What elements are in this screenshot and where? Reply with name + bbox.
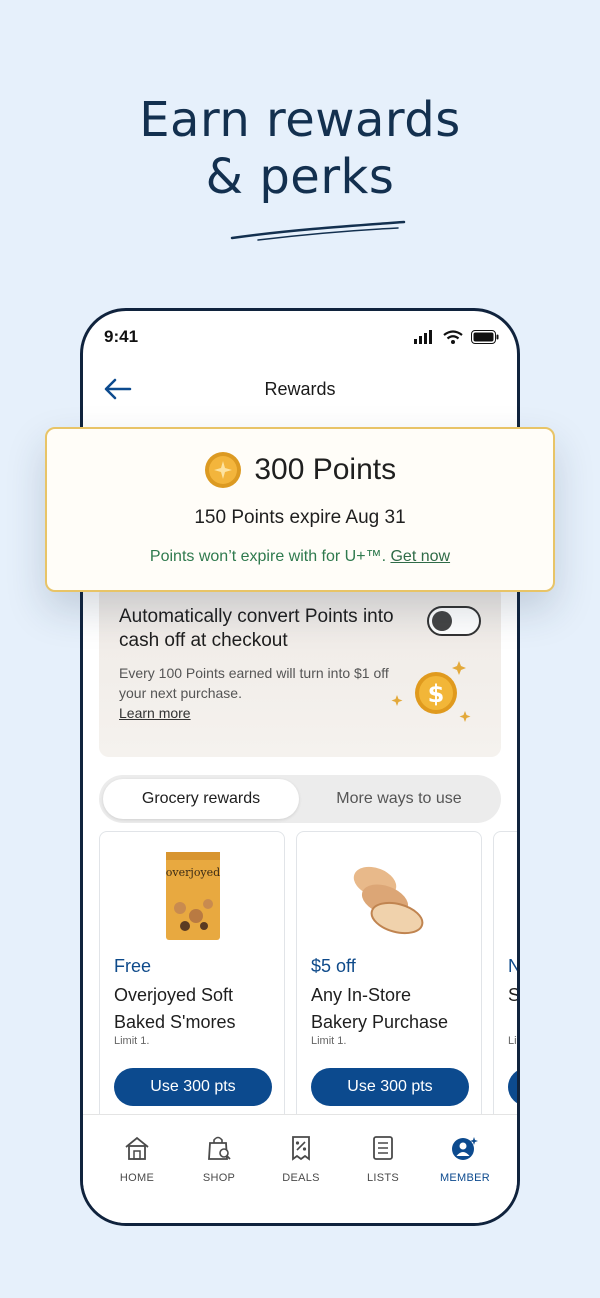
use-points-button[interactable] (508, 1068, 517, 1106)
reward-name: S m (508, 982, 517, 1009)
status-bar: 9:41 (104, 325, 499, 349)
reward-limit: Limit 1. (114, 1035, 150, 1047)
headline-line-2: & perks (205, 149, 395, 205)
nav-deals[interactable]: DEALS (260, 1135, 342, 1184)
member-icon (452, 1137, 478, 1160)
nav-lists[interactable]: LISTS (342, 1135, 424, 1184)
reward-name: Any In-Store Bakery Purchase (311, 985, 449, 1032)
auto-convert-card: Automatically convert Points into cash o… (99, 585, 501, 757)
nav-home-label: HOME (119, 1172, 155, 1184)
expiry-date: expire Aug 31 (289, 507, 406, 528)
expiring-points: 150 Points (194, 507, 285, 528)
points-coin-icon (204, 452, 241, 488)
membership-promo: Points won’t expire with for U+™. Get no… (47, 548, 553, 566)
points-balance-card: 300 Points 150 Points expire Aug 31 Poin… (45, 427, 555, 592)
nav-deals-label: DEALS (282, 1172, 320, 1184)
auto-convert-title: Automatically convert Points into cash o… (119, 606, 394, 651)
auto-convert-description: Every 100 Points earned will turn into $… (119, 665, 389, 701)
bread-image (353, 866, 424, 935)
toggle-knob (432, 611, 452, 631)
page-title: Rewards (264, 379, 336, 399)
signal-icon (414, 329, 433, 344)
points-expiry: 150 Points expire Aug 31 (47, 507, 553, 529)
reward-deal: $5 off (311, 956, 356, 976)
use-points-button[interactable]: Use 300 pts (114, 1068, 272, 1106)
nav-shop[interactable]: SHOP (178, 1135, 260, 1184)
svg-text:$: $ (428, 680, 445, 708)
wifi-icon (442, 330, 463, 344)
auto-convert-toggle[interactable] (427, 606, 481, 636)
tab-grocery-rewards[interactable]: Grocery rewards (103, 779, 299, 819)
points-total: 300 Points (254, 453, 397, 486)
rewards-tabs: Grocery rewards More ways to use (99, 775, 501, 823)
nav-member-label: MEMBER (439, 1172, 491, 1184)
cookie-bag-image: overjoyed (166, 852, 220, 940)
dollar-coin-icon: $ (391, 661, 471, 722)
reward-card[interactable]: N S m Li (493, 831, 517, 1121)
reward-name: Overjoyed Soft Baked S'mores (114, 985, 236, 1032)
use-points-button[interactable]: Use 300 pts (311, 1068, 469, 1106)
list-icon (373, 1136, 393, 1160)
app-header: Rewards (83, 363, 517, 417)
get-now-link[interactable]: Get now (390, 548, 450, 565)
shop-bag-icon (208, 1136, 231, 1160)
promo-text: Points won’t expire with for U+™. (149, 548, 387, 565)
learn-more-link[interactable]: Learn more (119, 705, 191, 721)
svg-text:overjoyed: overjoyed (166, 866, 220, 879)
points-balance-row: 300 Points (47, 451, 553, 491)
reward-deal: Free (114, 956, 152, 976)
nav-member[interactable]: MEMBER (424, 1135, 506, 1184)
reward-limit: Limit 1. (311, 1035, 347, 1047)
reward-card[interactable]: $5 off Any In-Store Bakery Purchase Limi… (296, 831, 482, 1121)
reward-limit: Li (508, 1035, 517, 1047)
headline: Earn rewards & perks (0, 92, 600, 206)
headline-line-1: Earn rewards (139, 92, 461, 148)
reward-deal: N (508, 956, 517, 977)
headline-underline (230, 220, 406, 241)
status-time: 9:41 (104, 327, 139, 346)
tab-more-ways-to-use[interactable]: More ways to use (301, 779, 497, 819)
nav-lists-label: LISTS (366, 1172, 400, 1184)
deals-tag-icon (292, 1136, 310, 1161)
nav-shop-label: SHOP (202, 1172, 236, 1184)
battery-icon (471, 329, 499, 344)
status-icons (414, 328, 499, 346)
home-icon (125, 1136, 149, 1160)
reward-card[interactable]: overjoyed Free Overjoyed Soft Baked S'mo… (99, 831, 285, 1121)
rewards-carousel[interactable]: overjoyed Free Overjoyed Soft Baked S'mo… (99, 831, 517, 1121)
nav-home[interactable]: HOME (96, 1135, 178, 1184)
bottom-nav: HOME SHOP DEALS LISTS MEMBER (83, 1114, 517, 1223)
